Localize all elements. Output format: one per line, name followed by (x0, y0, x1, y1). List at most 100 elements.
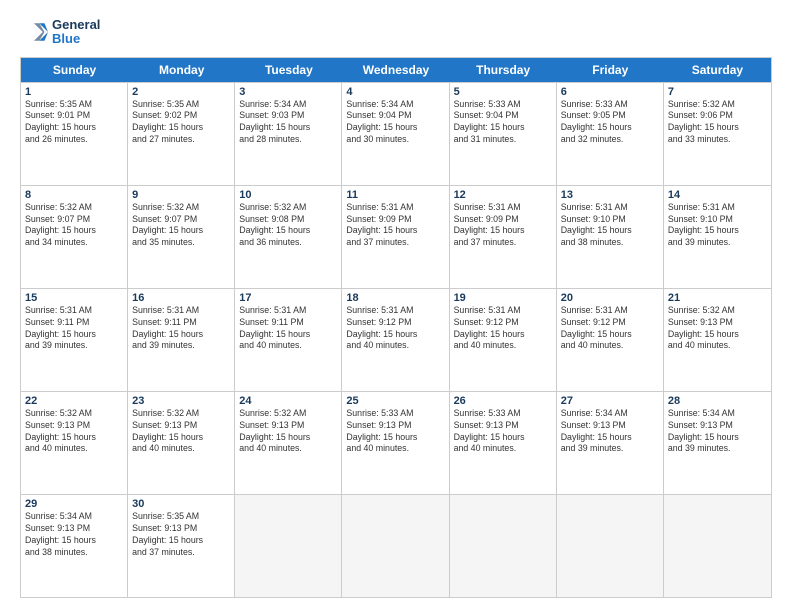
header-day: Sunday (21, 58, 128, 82)
calendar-body: 1Sunrise: 5:35 AMSunset: 9:01 PMDaylight… (21, 82, 771, 597)
day-number: 3 (239, 86, 337, 98)
calendar-cell: 23Sunrise: 5:32 AMSunset: 9:13 PMDayligh… (128, 392, 235, 494)
calendar-cell: 19Sunrise: 5:31 AMSunset: 9:12 PMDayligh… (450, 289, 557, 391)
calendar-row: 15Sunrise: 5:31 AMSunset: 9:11 PMDayligh… (21, 288, 771, 391)
cell-info: Sunrise: 5:31 AMSunset: 9:11 PMDaylight:… (239, 305, 337, 353)
calendar-cell: 6Sunrise: 5:33 AMSunset: 9:05 PMDaylight… (557, 83, 664, 185)
cell-info: Sunrise: 5:35 AMSunset: 9:02 PMDaylight:… (132, 99, 230, 147)
calendar-cell: 15Sunrise: 5:31 AMSunset: 9:11 PMDayligh… (21, 289, 128, 391)
cell-info: Sunrise: 5:31 AMSunset: 9:10 PMDaylight:… (561, 202, 659, 250)
calendar-cell: 26Sunrise: 5:33 AMSunset: 9:13 PMDayligh… (450, 392, 557, 494)
calendar-cell: 5Sunrise: 5:33 AMSunset: 9:04 PMDaylight… (450, 83, 557, 185)
calendar-cell: 18Sunrise: 5:31 AMSunset: 9:12 PMDayligh… (342, 289, 449, 391)
calendar-cell: 21Sunrise: 5:32 AMSunset: 9:13 PMDayligh… (664, 289, 771, 391)
cell-info: Sunrise: 5:31 AMSunset: 9:11 PMDaylight:… (132, 305, 230, 353)
day-number: 16 (132, 292, 230, 304)
cell-info: Sunrise: 5:31 AMSunset: 9:10 PMDaylight:… (668, 202, 767, 250)
day-number: 23 (132, 395, 230, 407)
cell-info: Sunrise: 5:32 AMSunset: 9:07 PMDaylight:… (25, 202, 123, 250)
cell-info: Sunrise: 5:34 AMSunset: 9:13 PMDaylight:… (561, 408, 659, 456)
day-number: 6 (561, 86, 659, 98)
day-number: 4 (346, 86, 444, 98)
calendar-cell: 28Sunrise: 5:34 AMSunset: 9:13 PMDayligh… (664, 392, 771, 494)
page: General Blue SundayMondayTuesdayWednesda… (0, 0, 792, 612)
cell-info: Sunrise: 5:35 AMSunset: 9:01 PMDaylight:… (25, 99, 123, 147)
calendar-row: 1Sunrise: 5:35 AMSunset: 9:01 PMDaylight… (21, 82, 771, 185)
day-number: 7 (668, 86, 767, 98)
calendar-cell: 30Sunrise: 5:35 AMSunset: 9:13 PMDayligh… (128, 495, 235, 597)
calendar-cell: 8Sunrise: 5:32 AMSunset: 9:07 PMDaylight… (21, 186, 128, 288)
day-number: 11 (346, 189, 444, 201)
cell-info: Sunrise: 5:31 AMSunset: 9:12 PMDaylight:… (561, 305, 659, 353)
calendar-cell: 13Sunrise: 5:31 AMSunset: 9:10 PMDayligh… (557, 186, 664, 288)
day-number: 15 (25, 292, 123, 304)
day-number: 10 (239, 189, 337, 201)
cell-info: Sunrise: 5:34 AMSunset: 9:13 PMDaylight:… (668, 408, 767, 456)
day-number: 27 (561, 395, 659, 407)
header-day: Saturday (664, 58, 771, 82)
day-number: 1 (25, 86, 123, 98)
calendar-cell (235, 495, 342, 597)
day-number: 2 (132, 86, 230, 98)
cell-info: Sunrise: 5:35 AMSunset: 9:13 PMDaylight:… (132, 511, 230, 559)
day-number: 17 (239, 292, 337, 304)
cell-info: Sunrise: 5:32 AMSunset: 9:13 PMDaylight:… (132, 408, 230, 456)
calendar-row: 22 Sunrise: 5:32 AMSunset: 9:13 PMDayligh… (21, 391, 771, 494)
calendar-cell: 14Sunrise: 5:31 AMSunset: 9:10 PMDayligh… (664, 186, 771, 288)
logo: General Blue (20, 18, 100, 47)
calendar-cell: 3Sunrise: 5:34 AMSunset: 9:03 PMDaylight… (235, 83, 342, 185)
calendar-row: 8Sunrise: 5:32 AMSunset: 9:07 PMDaylight… (21, 185, 771, 288)
header-day: Friday (557, 58, 664, 82)
day-number: 13 (561, 189, 659, 201)
cell-info: Sunrise: 5:32 AMSunset: 9:13 PMDaylight:… (668, 305, 767, 353)
calendar-cell: 11Sunrise: 5:31 AMSunset: 9:09 PMDayligh… (342, 186, 449, 288)
day-number: 14 (668, 189, 767, 201)
calendar-cell: 16Sunrise: 5:31 AMSunset: 9:11 PMDayligh… (128, 289, 235, 391)
calendar-cell: 12Sunrise: 5:31 AMSunset: 9:09 PMDayligh… (450, 186, 557, 288)
calendar-row: 29Sunrise: 5:34 AMSunset: 9:13 PMDayligh… (21, 494, 771, 597)
calendar-cell (342, 495, 449, 597)
calendar-cell: 9Sunrise: 5:32 AMSunset: 9:07 PMDaylight… (128, 186, 235, 288)
day-number: 8 (25, 189, 123, 201)
calendar-cell (664, 495, 771, 597)
calendar-cell: 7Sunrise: 5:32 AMSunset: 9:06 PMDaylight… (664, 83, 771, 185)
cell-info: Sunrise: 5:32 AMSunset: 9:08 PMDaylight:… (239, 202, 337, 250)
day-number: 5 (454, 86, 552, 98)
day-number: 12 (454, 189, 552, 201)
day-number: 24 (239, 395, 337, 407)
cell-info: Sunrise: 5:34 AMSunset: 9:13 PMDaylight:… (25, 511, 123, 559)
day-number: 30 (132, 498, 230, 510)
calendar: SundayMondayTuesdayWednesdayThursdayFrid… (20, 57, 772, 598)
calendar-cell: 20Sunrise: 5:31 AMSunset: 9:12 PMDayligh… (557, 289, 664, 391)
header-day: Wednesday (342, 58, 449, 82)
calendar-cell: 4Sunrise: 5:34 AMSunset: 9:04 PMDaylight… (342, 83, 449, 185)
calendar-cell: 29Sunrise: 5:34 AMSunset: 9:13 PMDayligh… (21, 495, 128, 597)
logo-text: General Blue (52, 18, 100, 47)
cell-info: Sunrise: 5:31 AMSunset: 9:11 PMDaylight:… (25, 305, 123, 353)
calendar-cell (450, 495, 557, 597)
calendar-cell: 10Sunrise: 5:32 AMSunset: 9:08 PMDayligh… (235, 186, 342, 288)
day-number: 21 (668, 292, 767, 304)
cell-info: Sunrise: 5:32 AMSunset: 9:13 PMDaylight:… (239, 408, 337, 456)
cell-info: Sunrise: 5:31 AMSunset: 9:12 PMDaylight:… (346, 305, 444, 353)
cell-info: Sunrise: 5:33 AMSunset: 9:05 PMDaylight:… (561, 99, 659, 147)
day-number: 29 (25, 498, 123, 510)
day-number: 20 (561, 292, 659, 304)
calendar-cell: 27Sunrise: 5:34 AMSunset: 9:13 PMDayligh… (557, 392, 664, 494)
day-number: 22 (25, 395, 123, 407)
cell-info: Sunrise: 5:32 AMSunset: 9:06 PMDaylight:… (668, 99, 767, 147)
header-day: Thursday (450, 58, 557, 82)
calendar-cell: 17Sunrise: 5:31 AMSunset: 9:11 PMDayligh… (235, 289, 342, 391)
calendar-cell (557, 495, 664, 597)
cell-info: Sunrise: 5:31 AMSunset: 9:09 PMDaylight:… (454, 202, 552, 250)
day-number: 26 (454, 395, 552, 407)
cell-info: Sunrise: 5:31 AMSunset: 9:12 PMDaylight:… (454, 305, 552, 353)
header-day: Monday (128, 58, 235, 82)
calendar-header: SundayMondayTuesdayWednesdayThursdayFrid… (21, 58, 771, 82)
cell-info: Sunrise: 5:32 AMSunset: 9:07 PMDaylight:… (132, 202, 230, 250)
day-number: 25 (346, 395, 444, 407)
cell-info: Sunrise: 5:34 AMSunset: 9:03 PMDaylight:… (239, 99, 337, 147)
cell-info: Sunrise: 5:31 AMSunset: 9:09 PMDaylight:… (346, 202, 444, 250)
cell-info: Sunrise: 5:33 AMSunset: 9:04 PMDaylight:… (454, 99, 552, 147)
logo-icon (20, 18, 48, 46)
